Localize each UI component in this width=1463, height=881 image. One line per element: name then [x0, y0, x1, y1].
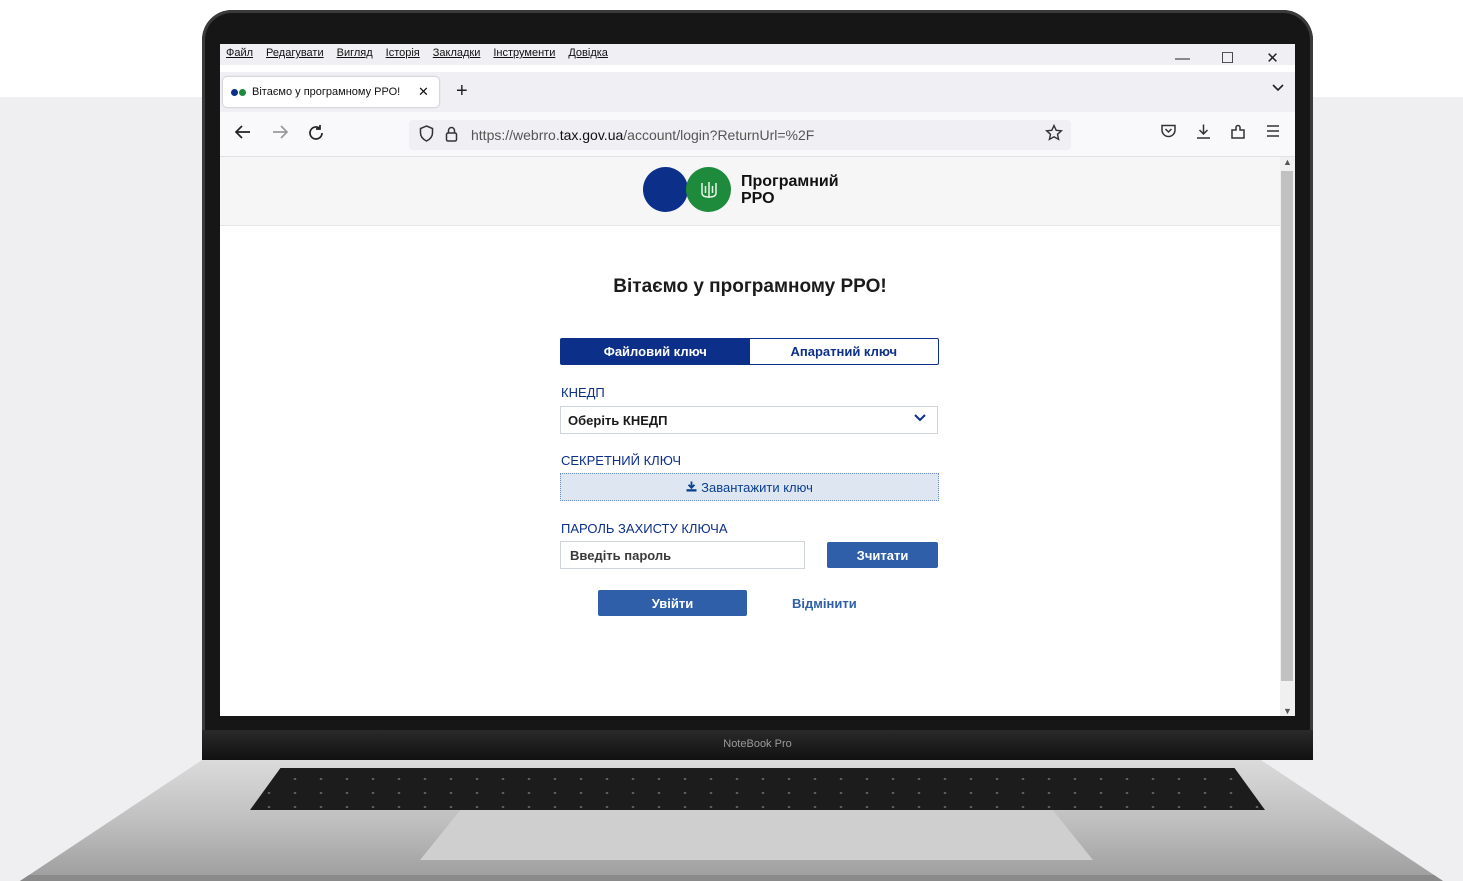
toolbar-right	[1160, 123, 1281, 145]
password-label: ПАРОЛЬ ЗАХИСТУ КЛЮЧА	[561, 521, 728, 536]
site-header: Програмний РРО	[220, 157, 1280, 226]
menu-view[interactable]: Вигляд	[337, 47, 373, 59]
menu-tools[interactable]: Інструменти	[493, 47, 555, 59]
minimize-button[interactable]: —	[1160, 44, 1205, 72]
lock-icon[interactable]	[445, 126, 461, 145]
scrollbar-thumb[interactable]	[1281, 171, 1293, 681]
download-icon	[686, 480, 697, 495]
new-tab-button[interactable]: +	[456, 80, 468, 103]
logo-blue-circle	[643, 167, 688, 212]
tab-hardware-key[interactable]: Апаратний ключ	[750, 339, 939, 364]
upload-key-button[interactable]: Завантажити ключ	[560, 473, 939, 501]
tab-favicon-icon	[231, 88, 246, 96]
forward-arrow-icon[interactable]	[271, 124, 289, 145]
menu-bar: Файл Редагувати Вигляд Історія Закладки …	[220, 44, 1295, 67]
menu-edit[interactable]: Редагувати	[266, 47, 324, 59]
navigation-bar: https://webrro.tax.gov.ua/account/login?…	[220, 112, 1295, 157]
url-text: https://webrro.tax.gov.ua/account/login?…	[471, 127, 815, 143]
extensions-icon[interactable]	[1230, 123, 1247, 145]
hamburger-menu-icon[interactable]	[1265, 123, 1281, 145]
maximize-button[interactable]: ☐	[1205, 44, 1250, 72]
laptop-trackpad	[420, 810, 1093, 860]
list-tabs-icon[interactable]	[1271, 80, 1285, 96]
cancel-link[interactable]: Відмінити	[792, 596, 857, 611]
menu-file[interactable]: Файл	[226, 47, 253, 59]
site-logo[interactable]: Програмний РРО	[643, 167, 839, 212]
tab-bar: Вітаємо у програмному РРО! ✕ +	[220, 72, 1295, 112]
download-icon[interactable]	[1195, 123, 1212, 145]
password-field[interactable]	[560, 541, 805, 569]
reload-icon[interactable]	[307, 124, 325, 147]
password-input[interactable]	[568, 546, 792, 564]
page-scrollbar[interactable]: ▲ ▼	[1280, 157, 1295, 716]
kedp-select[interactable]: Оберіть КНЕДП	[560, 406, 938, 434]
device-label: NoteBook Pro	[723, 738, 792, 750]
menu-history[interactable]: Історія	[386, 47, 420, 59]
laptop-hinge: NoteBook Pro	[202, 730, 1313, 760]
browser-tab[interactable]: Вітаємо у програмному РРО! ✕	[223, 77, 439, 107]
laptop-base-lip	[20, 875, 1443, 881]
kedp-select-value: Оберіть КНЕДП	[568, 412, 668, 428]
menu-help[interactable]: Довідка	[568, 47, 608, 59]
login-button[interactable]: Увійти	[598, 590, 747, 616]
chevron-down-icon	[913, 410, 927, 427]
page-title: Вітаємо у програмному РРО!	[613, 276, 887, 297]
back-arrow-icon[interactable]	[234, 124, 252, 145]
shield-icon[interactable]	[419, 124, 435, 146]
kedp-label: КНЕДП	[561, 385, 605, 400]
pocket-icon[interactable]	[1160, 123, 1177, 145]
close-window-button[interactable]: ✕	[1250, 44, 1295, 72]
scroll-down-icon[interactable]: ▼	[1283, 706, 1292, 716]
logo-text: Програмний РРО	[741, 172, 839, 207]
address-bar[interactable]: https://webrro.tax.gov.ua/account/login?…	[409, 120, 1071, 150]
menu-bookmarks[interactable]: Закладки	[433, 47, 481, 59]
star-icon[interactable]	[1044, 123, 1064, 146]
browser-window: Файл Редагувати Вигляд Історія Закладки …	[220, 44, 1295, 716]
scroll-up-icon[interactable]: ▲	[1283, 157, 1292, 167]
trident-emblem-icon	[686, 167, 731, 212]
tab-title: Вітаємо у програмному РРО!	[252, 86, 401, 98]
laptop-keyboard	[250, 768, 1265, 810]
read-key-button[interactable]: Зчитати	[827, 542, 938, 568]
key-type-toggle: Файловий ключ Апаратний ключ	[560, 338, 939, 365]
page-content: Програмний РРО Вітаємо у програмному РРО…	[220, 157, 1280, 716]
secret-key-label: СЕКРЕТНИЙ КЛЮЧ	[561, 453, 682, 468]
upload-key-label: Завантажити ключ	[701, 479, 813, 495]
tab-file-key[interactable]: Файловий ключ	[561, 339, 750, 364]
tab-close-icon[interactable]: ✕	[418, 84, 429, 100]
